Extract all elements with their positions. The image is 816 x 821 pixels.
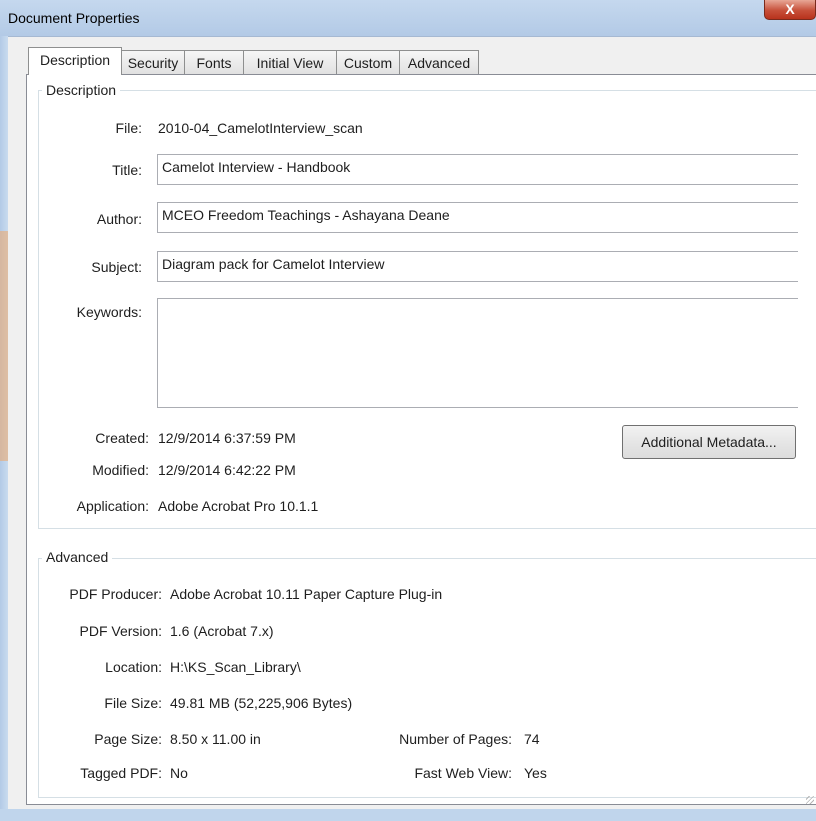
application-value: Adobe Acrobat Pro 10.1.1 [158, 498, 319, 514]
keywords-label: Keywords: [76, 304, 142, 320]
location-value: H:\KS_Scan_Library\ [170, 659, 301, 675]
pdf-version-value: 1.6 (Acrobat 7.x) [170, 623, 274, 639]
number-of-pages-value: 74 [524, 731, 540, 747]
title-field[interactable]: Camelot Interview - Handbook [157, 154, 798, 185]
window-frame-bottom [0, 809, 816, 821]
subject-field-text: Diagram pack for Camelot Interview [162, 256, 385, 272]
tagged-pdf-label: Tagged PDF: [80, 765, 162, 781]
tab-fonts[interactable]: Fonts [184, 50, 244, 74]
file-size-label: File Size: [104, 695, 162, 711]
location-label: Location: [105, 659, 162, 675]
created-label: Created: [95, 430, 149, 446]
author-field-text: MCEO Freedom Teachings - Ashayana Deane [162, 207, 450, 223]
pdf-version-label: PDF Version: [79, 623, 162, 639]
tab-advanced[interactable]: Advanced [399, 50, 479, 74]
tab-initial-view[interactable]: Initial View [243, 50, 337, 74]
modified-label: Modified: [92, 462, 149, 478]
window-frame-left [0, 36, 8, 821]
advanced-legend: Advanced [42, 549, 113, 565]
file-value: 2010-04_CamelotInterview_scan [158, 120, 363, 136]
title-label: Title: [112, 162, 142, 178]
pdf-producer-label: PDF Producer: [69, 586, 162, 602]
fast-web-view-label: Fast Web View: [414, 765, 512, 781]
frame-glow [0, 231, 8, 461]
fast-web-view-value: Yes [524, 765, 547, 781]
close-button[interactable]: X [764, 0, 816, 20]
tagged-pdf-value: No [170, 765, 188, 781]
pdf-producer-value: Adobe Acrobat 10.11 Paper Capture Plug-i… [170, 586, 443, 602]
file-label: File: [115, 120, 142, 136]
title-bar: Document Properties X [0, 0, 816, 36]
page-size-value: 8.50 x 11.00 in [170, 731, 261, 747]
description-legend: Description [42, 82, 121, 98]
keywords-field[interactable] [157, 298, 798, 408]
page-size-label: Page Size: [94, 731, 162, 747]
number-of-pages-label: Number of Pages: [399, 731, 512, 747]
tab-description[interactable]: Description [28, 47, 122, 75]
file-size-value: 49.81 MB (52,225,906 Bytes) [170, 695, 353, 711]
window-title: Document Properties [8, 10, 140, 26]
author-field[interactable]: MCEO Freedom Teachings - Ashayana Deane [157, 202, 798, 233]
resize-grip[interactable] [806, 796, 814, 804]
title-field-text: Camelot Interview - Handbook [162, 159, 351, 175]
tab-security[interactable]: Security [121, 50, 185, 74]
subject-label: Subject: [91, 259, 142, 275]
additional-metadata-button[interactable]: Additional Metadata... [622, 425, 796, 459]
subject-field[interactable]: Diagram pack for Camelot Interview [157, 251, 798, 282]
author-label: Author: [96, 211, 142, 227]
close-icon: X [785, 1, 795, 17]
application-label: Application: [76, 498, 149, 514]
created-value: 12/9/2014 6:37:59 PM [158, 430, 296, 446]
modified-value: 12/9/2014 6:42:22 PM [158, 462, 296, 478]
tab-custom[interactable]: Custom [336, 50, 400, 74]
